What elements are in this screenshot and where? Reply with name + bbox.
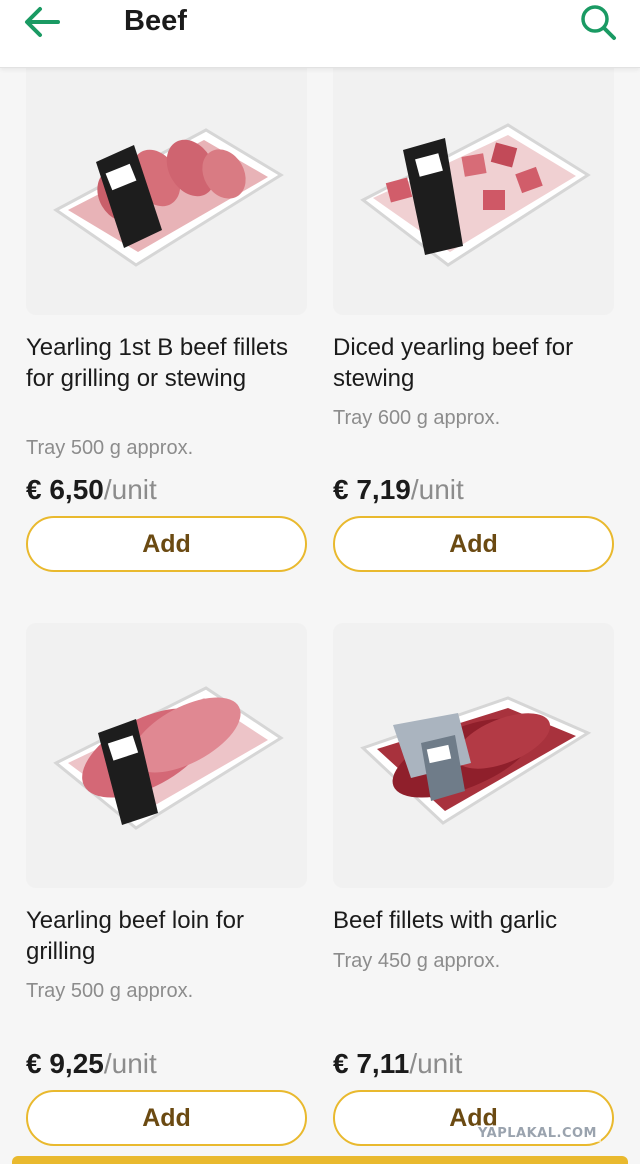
price-unit: /unit (409, 1048, 463, 1079)
product-weight: Tray 450 g approx. (333, 950, 501, 972)
product-weight: Tray 500 g approx. (26, 980, 194, 1002)
product-name[interactable]: Yearling beef loin for grilling (26, 905, 307, 967)
price-amount: € 7,19 (333, 474, 411, 505)
price-amount: € 6,50 (26, 474, 104, 505)
product-name[interactable]: Yearling 1st B beef fillets for grilling… (26, 332, 307, 394)
product-name[interactable]: Diced yearling beef for stewing (333, 332, 614, 394)
product-price: € 9,25/unit (26, 1048, 157, 1080)
product-name[interactable]: Beef fillets with garlic (333, 905, 614, 936)
product-price: € 7,11/unit (333, 1048, 462, 1080)
price-unit: /unit (103, 474, 157, 505)
price-amount: € 7,11 (333, 1048, 410, 1079)
product-image[interactable] (333, 50, 614, 315)
product-image[interactable] (26, 50, 307, 315)
product-weight: Tray 500 g approx. (26, 437, 194, 459)
watermark: YAPLAKAL.COM (474, 1125, 601, 1142)
price-unit: /unit (103, 1048, 157, 1079)
price-amount: € 9,25 (26, 1048, 104, 1079)
add-button[interactable]: Add (333, 516, 614, 572)
product-image[interactable] (333, 623, 614, 888)
add-button[interactable]: Add (26, 1090, 307, 1146)
app-header: Beef (0, 0, 640, 68)
meat-tray-image (360, 123, 591, 267)
arrow-left-icon (25, 7, 60, 37)
product-price: € 7,19/unit (333, 474, 464, 506)
price-unit: /unit (410, 474, 464, 505)
product-price: € 6,50/unit (26, 474, 157, 506)
search-icon (581, 5, 616, 40)
product-image[interactable] (26, 623, 307, 888)
meat-tray-image (53, 128, 284, 267)
bottom-cart-bar[interactable] (12, 1156, 628, 1164)
meat-tray-image (53, 686, 284, 830)
page-title: Beef (124, 5, 187, 37)
search-button[interactable] (576, 2, 620, 42)
add-button[interactable]: Add (26, 516, 307, 572)
meat-tray-image (360, 696, 592, 825)
product-weight: Tray 600 g approx. (333, 407, 501, 429)
back-button[interactable] (20, 4, 64, 40)
